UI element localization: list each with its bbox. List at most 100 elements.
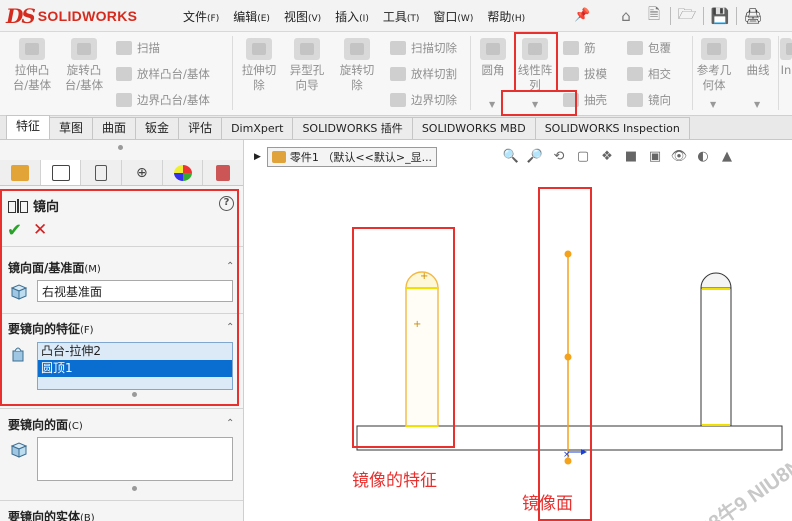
curves-dropdown-icon[interactable]: ▼ xyxy=(754,100,760,109)
boundary-boss-label: 边界凸台/基体 xyxy=(137,93,210,107)
wrap-icon xyxy=(627,41,643,55)
intersect-button[interactable]: 相交 xyxy=(627,66,671,82)
boundary-boss-button[interactable]: 边界凸台/基体 xyxy=(116,92,210,108)
list-resize-grip[interactable] xyxy=(132,392,137,397)
wrap-button[interactable]: 包覆 xyxy=(627,40,671,56)
draft-button[interactable]: 拔模 xyxy=(563,66,607,82)
help-icon[interactable]: ? xyxy=(219,196,234,211)
menu-help[interactable]: 帮助(H) xyxy=(480,8,532,25)
print-icon[interactable]: 🖨 xyxy=(742,5,764,27)
tab-surfaces[interactable]: 曲面 xyxy=(92,117,137,139)
tab-solidworks-mbd[interactable]: SOLIDWORKS MBD xyxy=(411,117,536,139)
tab-sheet-metal[interactable]: 钣金 xyxy=(135,117,180,139)
menu-view[interactable]: 视图(V) xyxy=(277,8,328,25)
save-icon[interactable]: 💾 xyxy=(709,5,731,27)
toolbar-divider xyxy=(703,7,704,25)
loft-boss-button[interactable]: 放样凸台/基体 xyxy=(116,66,210,82)
extrude-cut-icon xyxy=(246,38,272,60)
menu-window-label: 窗口 xyxy=(433,9,458,24)
draft-icon xyxy=(563,67,579,81)
cam-tab[interactable] xyxy=(203,160,243,185)
swept-cut-icon xyxy=(390,41,406,55)
mirror-icon xyxy=(627,93,643,107)
solidworks-logo[interactable]: DS SOLIDWORKS xyxy=(6,4,137,28)
extrude-boss-button[interactable]: 拉伸凸 台/基体 xyxy=(8,38,56,93)
home-icon[interactable]: ⌂ xyxy=(615,5,637,27)
list-item-selected[interactable]: 圆顶1 xyxy=(38,360,232,377)
fillet-dropdown-icon[interactable]: ▼ xyxy=(489,100,495,109)
tab-solidworks-addins[interactable]: SOLIDWORKS 插件 xyxy=(292,117,413,139)
mirror-plane-section-title[interactable]: 镜向面/基准面(M) xyxy=(8,259,101,276)
swept-cut-button[interactable]: 扫描切除 xyxy=(390,40,457,56)
boundary-cut-button[interactable]: 边界切除 xyxy=(390,92,457,108)
feature-tree-tab[interactable] xyxy=(0,160,41,185)
open-folder-icon[interactable]: 🗁 xyxy=(676,5,698,27)
pin-icon[interactable]: 📌 xyxy=(574,8,590,23)
menu-tools[interactable]: 工具(T) xyxy=(376,8,427,25)
configuration-manager-icon xyxy=(95,164,108,181)
features-to-mirror-list[interactable]: 凸台-拉伸2 圆顶1 xyxy=(37,342,233,390)
cam-icon xyxy=(216,164,231,181)
mirror-plane-title: 镜向面/基准面 xyxy=(8,261,85,275)
reference-geometry-button[interactable]: 参考几 何体 xyxy=(694,38,734,93)
revolve-boss-button[interactable]: 旋转凸 台/基体 xyxy=(60,38,108,93)
collapse-caret-icon[interactable]: ⌃ xyxy=(226,418,234,429)
configuration-manager-tab[interactable] xyxy=(81,160,123,185)
extrude-cut-button[interactable]: 拉伸切 除 xyxy=(236,38,282,93)
plane-handle-middle[interactable] xyxy=(564,353,572,361)
instant3d-button[interactable]: In xyxy=(780,38,792,78)
bodies-to-mirror-section-title[interactable]: 要镜向的实体(B) xyxy=(8,508,95,521)
sweep-button[interactable]: 扫描 xyxy=(116,40,160,56)
shell-label: 抽壳 xyxy=(584,93,607,107)
tab-evaluate[interactable]: 评估 xyxy=(178,117,223,139)
dimxpert-tab[interactable]: ⊕ xyxy=(122,160,163,185)
linear-pattern-dropdown-icon[interactable]: ▼ xyxy=(532,100,538,109)
faces-to-mirror-section-title[interactable]: 要镜向的面(C) xyxy=(8,416,83,433)
list-resize-grip[interactable] xyxy=(132,486,137,491)
cancel-button[interactable]: ✕ xyxy=(33,220,47,240)
collapse-caret-icon[interactable]: ⌃ xyxy=(226,322,234,333)
bodies-to-mirror-title: 要镜向的实体 xyxy=(8,510,81,521)
mirror-button[interactable]: 镜向 xyxy=(627,92,671,108)
mirror-plane-field[interactable]: 右视基准面 xyxy=(37,280,233,302)
faces-to-mirror-list[interactable] xyxy=(37,437,233,481)
graphics-area[interactable]: ▶ 零件1 （默认<<默认>_显... 🔍 🔎 ⟲ ▢ ❖ ■ ▣ 👁 ◐ ▲ … xyxy=(245,140,792,521)
property-manager-tab[interactable] xyxy=(40,160,82,185)
fillet-button[interactable]: 圆角 xyxy=(474,38,512,78)
linear-pattern-icon xyxy=(522,38,548,60)
ribbon-divider xyxy=(470,36,471,110)
menu-file[interactable]: 文件(F) xyxy=(176,8,226,25)
loft-boss-label: 放样凸台/基体 xyxy=(137,67,210,81)
tab-sketch[interactable]: 草图 xyxy=(49,117,94,139)
tab-features[interactable]: 特征 xyxy=(6,115,51,139)
shell-button[interactable]: 抽壳 xyxy=(563,92,607,108)
menu-window[interactable]: 窗口(W) xyxy=(426,8,480,25)
reference-geometry-dropdown-icon[interactable]: ▼ xyxy=(710,100,716,109)
faces-to-mirror-accel: (C) xyxy=(68,421,83,432)
features-to-mirror-section-title[interactable]: 要镜向的特征(F) xyxy=(8,320,94,337)
rib-button[interactable]: 筋 xyxy=(563,40,596,56)
mirrored-dome xyxy=(700,272,732,289)
menu-tools-accel: (T) xyxy=(406,13,420,24)
lofted-cut-button[interactable]: 放样切割 xyxy=(390,66,457,82)
property-manager-pane: ⊕ 镜向 ? ✔ ✕ 镜向面/基准面(M) ⌃ 右视基准面 要镜向的特征(F) … xyxy=(0,140,244,521)
plane-handle-top[interactable] xyxy=(564,250,572,258)
tab-solidworks-inspection[interactable]: SOLIDWORKS Inspection xyxy=(534,117,690,139)
collapse-caret-icon[interactable]: ⌃ xyxy=(226,261,234,272)
linear-pattern-button[interactable]: 线性阵 列 xyxy=(512,38,558,93)
display-manager-tab[interactable] xyxy=(162,160,204,185)
curves-button[interactable]: 曲线 xyxy=(740,38,776,78)
revolve-cut-button[interactable]: 旋转切 除 xyxy=(334,38,380,93)
hole-wizard-button[interactable]: 异型孔 向导 xyxy=(284,38,330,93)
menu-edit[interactable]: 编辑(E) xyxy=(226,8,277,25)
list-item[interactable]: 凸台-拉伸2 xyxy=(38,343,232,360)
new-file-icon[interactable]: 🗎 xyxy=(643,5,665,27)
ok-button[interactable]: ✔ xyxy=(7,220,22,241)
menu-insert[interactable]: 插入(I) xyxy=(328,8,376,25)
dome-center-marker: + xyxy=(420,271,428,282)
menu-file-accel: (F) xyxy=(207,13,220,24)
pane-grip[interactable] xyxy=(118,145,123,150)
shell-icon xyxy=(563,93,579,107)
menu-insert-label: 插入 xyxy=(335,9,360,24)
tab-dimxpert[interactable]: DimXpert xyxy=(221,117,294,139)
